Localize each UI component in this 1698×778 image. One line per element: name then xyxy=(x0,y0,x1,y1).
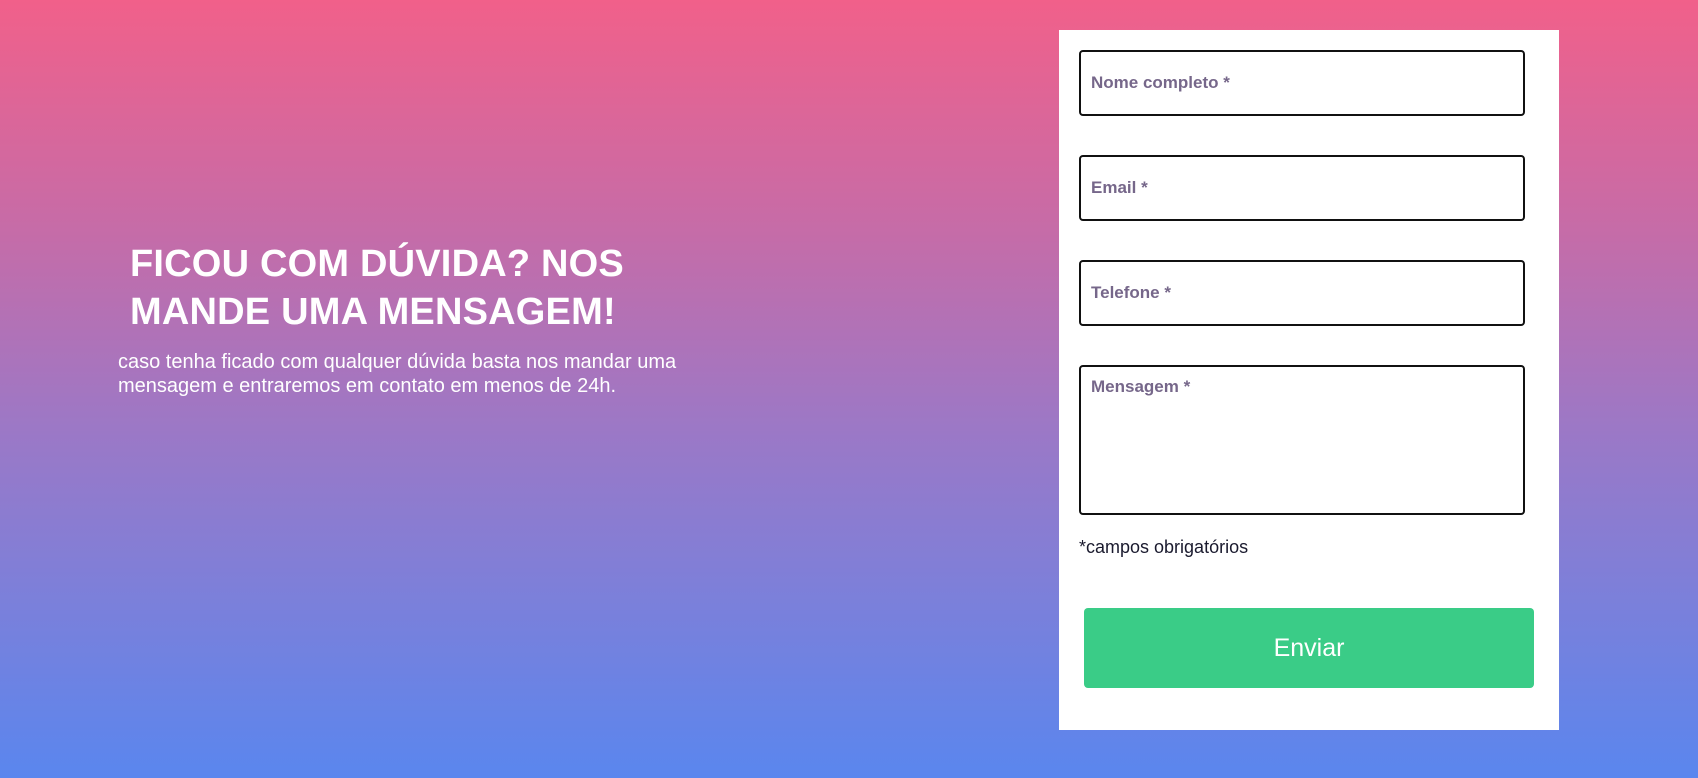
required-fields-note: *campos obrigatórios xyxy=(1079,537,1249,557)
message-textarea[interactable] xyxy=(1081,367,1523,513)
page-subtitle: caso tenha ficado com qualquer dúvida ba… xyxy=(118,351,677,397)
phone-field[interactable] xyxy=(1079,260,1525,326)
page-title: FICOU COM DÚVIDA? NOS MANDE UMA MENSAGEM… xyxy=(130,243,624,333)
email-input[interactable] xyxy=(1081,157,1523,219)
name-input[interactable] xyxy=(1081,52,1523,114)
hero-section: FICOU COM DÚVIDA? NOS MANDE UMA MENSAGEM… xyxy=(118,240,738,398)
phone-input[interactable] xyxy=(1081,262,1523,324)
email-field[interactable] xyxy=(1079,155,1525,221)
message-field[interactable] xyxy=(1079,365,1525,515)
submit-button[interactable]: Enviar xyxy=(1084,608,1534,688)
contact-form: *campos obrigatórios Enviar xyxy=(1059,30,1559,730)
name-field[interactable] xyxy=(1079,50,1525,116)
